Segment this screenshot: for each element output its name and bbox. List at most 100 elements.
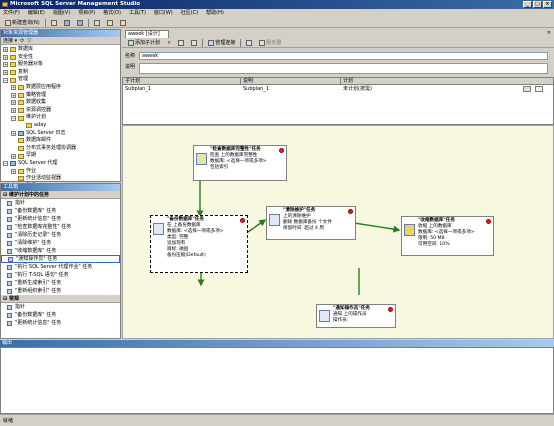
toolbox-item[interactable]: "备份数据库" 任务 (1, 311, 120, 319)
expand-icon[interactable]: + (11, 85, 16, 91)
toolbox-item-label: "重新组织索引" 任务 (15, 288, 62, 294)
toolbox-item[interactable]: "更新统计信息" 任务 (1, 319, 120, 327)
object-explorer-button[interactable] (92, 19, 102, 27)
menu-window[interactable]: 窗口(W) (154, 9, 173, 18)
delete-subplan-button[interactable]: × (165, 39, 173, 47)
logging-button[interactable] (244, 39, 254, 47)
plan-properties: 名称 aweek 说明 (122, 48, 554, 77)
task-cleanup[interactable]: "清除维护"任务 上的清除维护 删除 数据库备份 个文件 保留时间: 超过 4 … (266, 206, 356, 240)
tree-node[interactable]: + 数据收集 (1, 99, 120, 107)
menu-file[interactable]: 文件(F) (3, 9, 20, 18)
collapse-icon[interactable]: − (3, 161, 8, 167)
folder-icon (10, 54, 16, 60)
tree-node[interactable]: − 维护计划 (1, 114, 120, 122)
subplan-schedule-button[interactable] (189, 39, 199, 47)
expand-icon[interactable]: + (11, 92, 16, 98)
toolbox-item[interactable]: "更新统计信息" 任务 (1, 215, 120, 223)
design-surface[interactable]: "检查数据库完整性"任务 检查 上的数据库完整性 数据库: <选择一项或多项> … (122, 125, 554, 339)
expand-icon[interactable]: + (11, 130, 16, 136)
menu-format[interactable]: 格式(O) (103, 9, 121, 18)
tree-node[interactable]: + 服务器对象 (1, 61, 120, 69)
connector-backup-to-cleanup[interactable] (247, 219, 267, 233)
name-field[interactable]: aweek (139, 52, 548, 60)
server-button[interactable]: 服务器 (257, 39, 283, 47)
menu-view[interactable]: 视图(V) (53, 9, 70, 18)
task-notify-operator[interactable]: "通知操作员"任务 通知 上的操作员 操作员: (316, 304, 396, 328)
cell-schedule[interactable]: 未计划(按需) (341, 86, 521, 93)
tree-node[interactable]: 分布式事务处理协调器 (1, 145, 120, 153)
description-field[interactable] (139, 63, 548, 74)
toolbox-item[interactable]: "执行 T-SQL 语句" 任务 (1, 271, 120, 279)
refresh-icon[interactable]: ⟳ (20, 38, 24, 44)
tree-node[interactable]: − SQL Server 代理 (1, 160, 120, 168)
toolbox-item[interactable]: "重新组织索引" 任务 (1, 287, 120, 295)
tree-node[interactable]: − 管理 (1, 76, 120, 84)
column-schedule[interactable]: 计划 (341, 78, 554, 85)
collapse-icon[interactable]: − (3, 77, 8, 83)
toolbox-item[interactable]: "重新生成索引" 任务 (1, 279, 120, 287)
toolbox-item[interactable]: "通知操作员" 任务 (1, 255, 120, 263)
close-document-icon[interactable]: × (547, 30, 551, 36)
expand-icon[interactable]: + (3, 54, 8, 60)
cell-subplan[interactable]: Subplan_1 (123, 86, 241, 93)
tree-node[interactable]: 作业活动监视器 (1, 175, 120, 183)
tree-node[interactable]: + 作业 (1, 168, 120, 176)
menu-project[interactable]: 项目(P) (78, 9, 95, 18)
tree-node[interactable]: 数据库邮件 (1, 137, 120, 145)
connect-button[interactable]: 连接 ▾ (3, 37, 17, 44)
task-check-integrity[interactable]: "检查数据库完整性"任务 检查 上的数据库完整性 数据库: <选择一项或多项> … (193, 145, 287, 181)
save-all-button[interactable] (75, 19, 85, 27)
expand-icon[interactable]: + (3, 70, 8, 76)
task-shrink-database[interactable]: "收缩数据库"任务 收缩 上的数据库 数据库: <选择一项或多项> 限制: 50… (401, 216, 494, 256)
toolbox-group-general[interactable]: ⊟ 常规 (1, 295, 120, 303)
menu-community[interactable]: 社区(C) (181, 9, 198, 18)
toolbox-item[interactable]: 指针 (1, 303, 120, 311)
tree-node[interactable]: + 数据库 (1, 46, 120, 54)
toolbox-item[interactable]: "清除维护" 任务 (1, 239, 120, 247)
open-file-button[interactable] (49, 19, 59, 27)
menu-edit[interactable]: 编辑(E) (28, 9, 45, 18)
output-panel[interactable] (0, 347, 554, 414)
manage-connections-button[interactable]: 管理连接 (206, 39, 237, 47)
toolbox-item[interactable]: "备份数据库" 任务 (1, 207, 120, 215)
toolbox-group-maintenance[interactable]: ⊟ 维护计划中的任务 (1, 191, 120, 199)
schedule-edit-icon[interactable] (523, 86, 531, 92)
expand-icon[interactable]: + (11, 168, 16, 174)
tab-aweek-design[interactable]: aweek [设计] (125, 30, 169, 38)
tree-node[interactable]: + 数据层应用程序 (1, 84, 120, 92)
expand-icon[interactable]: + (11, 153, 16, 159)
close-button[interactable]: × (543, 1, 552, 8)
column-subplan[interactable]: 子计划 (123, 78, 241, 85)
tree-node[interactable]: aday (1, 122, 120, 130)
task-backup-database[interactable]: "备份数据库"任务 在 上备份数据库 数据库: <选择一项或多项> 类型: 完整… (150, 215, 248, 273)
collapse-icon[interactable]: − (11, 115, 16, 121)
minimize-button[interactable]: _ (523, 1, 532, 8)
tree-node[interactable]: + 策略管理 (1, 92, 120, 100)
column-description[interactable]: 说明 (241, 78, 341, 85)
toolbox-item[interactable]: "收缩数据库" 任务 (1, 247, 120, 255)
tree-node[interactable]: + 资源调控器 (1, 107, 120, 115)
subplan-properties-button[interactable] (176, 39, 186, 47)
toolbox-item[interactable]: 指针 (1, 199, 120, 207)
tree-node[interactable]: + 早期 (1, 152, 120, 160)
expand-icon[interactable]: + (3, 62, 8, 68)
cell-description[interactable]: Subplan_1 (241, 86, 341, 93)
menu-help[interactable]: 帮助(H) (206, 9, 224, 18)
add-subplan-button[interactable]: 添加子计划 (126, 39, 162, 47)
toolbox-item[interactable]: "清除历史记录" 任务 (1, 231, 120, 239)
toolbox-item[interactable]: "检查数据库完整性" 任务 (1, 223, 120, 231)
properties-button[interactable] (105, 19, 115, 27)
toolbox-button[interactable] (118, 19, 128, 27)
maximize-button[interactable]: □ (533, 1, 542, 8)
toolbox-item[interactable]: "执行 SQL Server 代理作业" 任务 (1, 263, 120, 271)
save-button[interactable] (62, 19, 72, 27)
schedule-clear-icon[interactable] (535, 86, 543, 92)
new-query-button[interactable]: 新建查询(N) (3, 19, 42, 27)
operator-icon (319, 310, 330, 322)
tree-node[interactable]: + SQL Server 日志 (1, 130, 120, 138)
expand-icon[interactable]: + (11, 100, 16, 106)
expand-icon[interactable]: + (11, 108, 16, 114)
expand-icon[interactable]: + (3, 47, 8, 53)
menu-tools[interactable]: 工具(T) (129, 9, 146, 18)
filter-icon[interactable]: ▽ (27, 38, 31, 44)
